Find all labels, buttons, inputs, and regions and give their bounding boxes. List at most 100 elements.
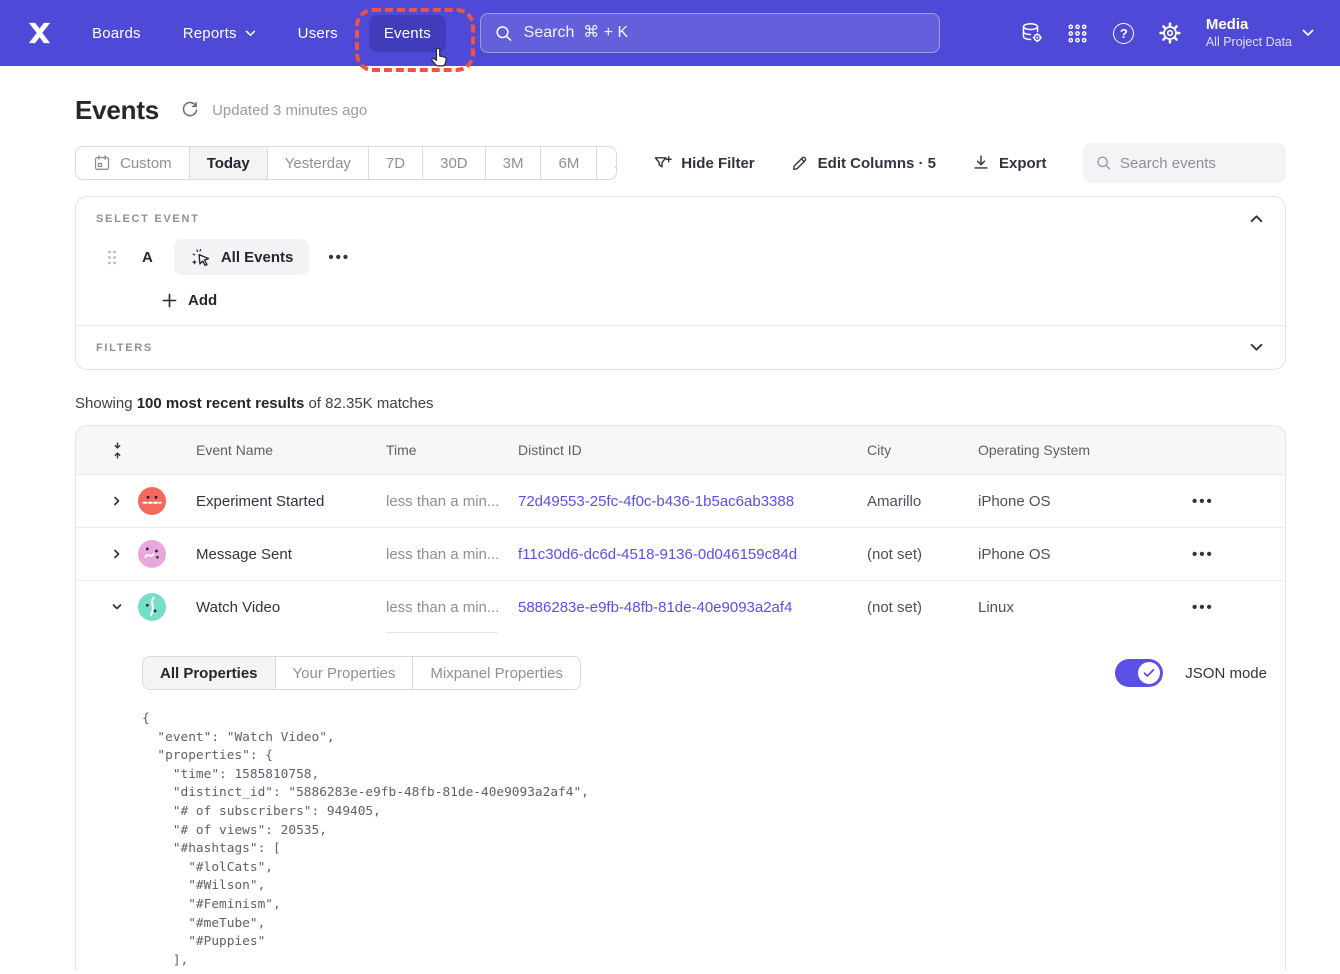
date-option-6m[interactable]: 6M [541,147,597,179]
expand-row-icon[interactable] [107,491,127,511]
event-avatar [138,593,166,621]
cell-event-name: Message Sent [196,546,386,563]
title-row: Events Updated 3 minutes ago [75,93,1286,127]
edit-columns-button[interactable]: Edit Columns · 5 [791,154,936,172]
search-events-field[interactable] [1083,143,1286,183]
table-row-expanded[interactable]: Watch Video less than a min... 5886283e-… [76,580,1285,633]
nav-item-boards[interactable]: Boards [77,15,156,52]
event-selector-pill[interactable]: All Events [174,239,310,275]
tab-label: Mixpanel Properties [430,665,563,682]
event-detail-panel: All Properties Your Properties Mixpanel … [76,633,1285,970]
row-more-button[interactable]: ••• [1174,493,1214,510]
date-option-30d[interactable]: 30D [423,147,486,179]
tab-label: Your Properties [293,665,396,682]
cell-os: Linux [978,599,1174,616]
tab-mixpanel-properties[interactable]: Mixpanel Properties [413,657,580,689]
date-option-7d[interactable]: 7D [369,147,423,179]
global-search-input[interactable] [524,24,925,42]
export-label: Export [999,155,1047,172]
nav-item-label: Users [298,25,338,42]
date-option-today[interactable]: Today [190,147,268,179]
collapse-section-icon[interactable] [1248,212,1265,225]
cell-city: (not set) [867,546,978,563]
pencil-icon [791,154,809,172]
nav-right-group: ? Media All Project Data [1014,15,1314,51]
controls-row: Custom Today Yesterday 7D 30D 3M 6M 12M … [75,143,1286,183]
updated-timestamp: Updated 3 minutes ago [212,102,367,119]
cell-event-name: Experiment Started [196,493,386,510]
plus-icon [162,293,177,308]
date-option-3m[interactable]: 3M [486,147,542,179]
drag-handle-icon[interactable] [106,249,118,266]
search-icon [495,24,513,43]
mixpanel-logo-icon[interactable] [26,19,53,47]
cell-distinct-id-link[interactable]: 72d49553-25fc-4f0c-b436-1b5ac6ab3388 [518,493,867,510]
col-header-os: Operating System [978,442,1174,458]
json-mode-toggle[interactable] [1115,659,1163,687]
date-option-12m[interactable]: 12M [597,147,617,179]
date-range-selector: Custom Today Yesterday 7D 30D 3M 6M 12M [75,146,617,180]
main-content: Events Updated 3 minutes ago Custom Toda… [0,93,1340,970]
nav-item-reports[interactable]: Reports [168,15,271,52]
project-scope: All Project Data [1206,34,1292,51]
chevron-down-icon [1302,29,1314,37]
properties-tabs: All Properties Your Properties Mixpanel … [142,656,581,690]
cell-distinct-id-link[interactable]: f11c30d6-dc6d-4518-9136-0d046159c84d [518,546,867,563]
results-summary: Showing 100 most recent results of 82.35… [75,395,1286,412]
hand-cursor-icon [428,46,450,70]
col-header-city: City [867,442,978,458]
date-option-label: Yesterday [285,155,351,172]
nav-events-wrap: Events [369,15,446,52]
cell-distinct-id-link[interactable]: 5886283e-e9fb-48fb-81de-40e9093a2af4 [518,599,867,616]
hide-filter-label: Hide Filter [681,155,754,172]
select-event-section: SELECT EVENT A [76,197,1285,325]
filters-label: FILTERS [96,342,153,354]
collapse-row-icon[interactable] [107,597,127,617]
global-search[interactable] [480,13,940,53]
col-header-time: Time [386,442,518,458]
export-button[interactable]: Export [972,154,1047,172]
filters-section: FILTERS [76,325,1285,369]
date-option-yesterday[interactable]: Yesterday [268,147,369,179]
row-more-button[interactable]: ••• [1174,599,1214,616]
col-header-distinct-id: Distinct ID [518,442,867,458]
nav-item-label: Reports [183,25,237,42]
add-label: Add [188,292,217,309]
event-query-row: A All Events ••• [96,239,1265,275]
tab-all-properties[interactable]: All Properties [143,657,276,689]
date-option-label: Custom [120,155,172,172]
json-mode-label: JSON mode [1185,665,1267,682]
row-more-button[interactable]: ••• [1174,546,1214,563]
collapse-all-rows-icon[interactable] [111,441,124,460]
calendar-icon [93,154,111,172]
events-table: Event Name Time Distinct ID City Operati… [75,425,1286,970]
date-option-label: Today [207,155,250,172]
event-more-button[interactable]: ••• [328,249,350,266]
search-events-input[interactable] [1120,155,1273,172]
nav-item-label: Boards [92,25,141,42]
filter-funnel-icon [653,154,672,173]
apps-grid-icon[interactable] [1060,15,1096,51]
event-avatar [138,540,166,568]
hide-filter-button[interactable]: Hide Filter [653,154,754,173]
data-management-icon[interactable] [1014,15,1050,51]
refresh-icon[interactable] [181,101,199,119]
table-row[interactable]: Message Sent less than a min... f11c30d6… [76,527,1285,580]
tab-your-properties[interactable]: Your Properties [276,657,414,689]
results-suffix: of 82.35K matches [304,395,433,412]
expand-section-icon[interactable] [1248,341,1265,354]
query-builder-panel: SELECT EVENT A [75,196,1286,370]
help-icon[interactable]: ? [1106,15,1142,51]
expand-row-icon[interactable] [107,544,127,564]
results-highlight: 100 most recent results [137,395,305,412]
project-selector[interactable]: Media All Project Data [1206,15,1314,51]
col-header-event-name: Event Name [196,442,386,458]
settings-gear-icon[interactable] [1152,15,1188,51]
nav-item-users[interactable]: Users [283,15,353,52]
table-row[interactable]: Experiment Started less than a min... 72… [76,474,1285,527]
page-title: Events [75,95,159,126]
cell-time: less than a min... [386,475,518,527]
date-option-custom[interactable]: Custom [76,147,190,179]
add-event-button[interactable]: Add [162,292,1265,309]
date-option-label: 7D [386,155,405,172]
